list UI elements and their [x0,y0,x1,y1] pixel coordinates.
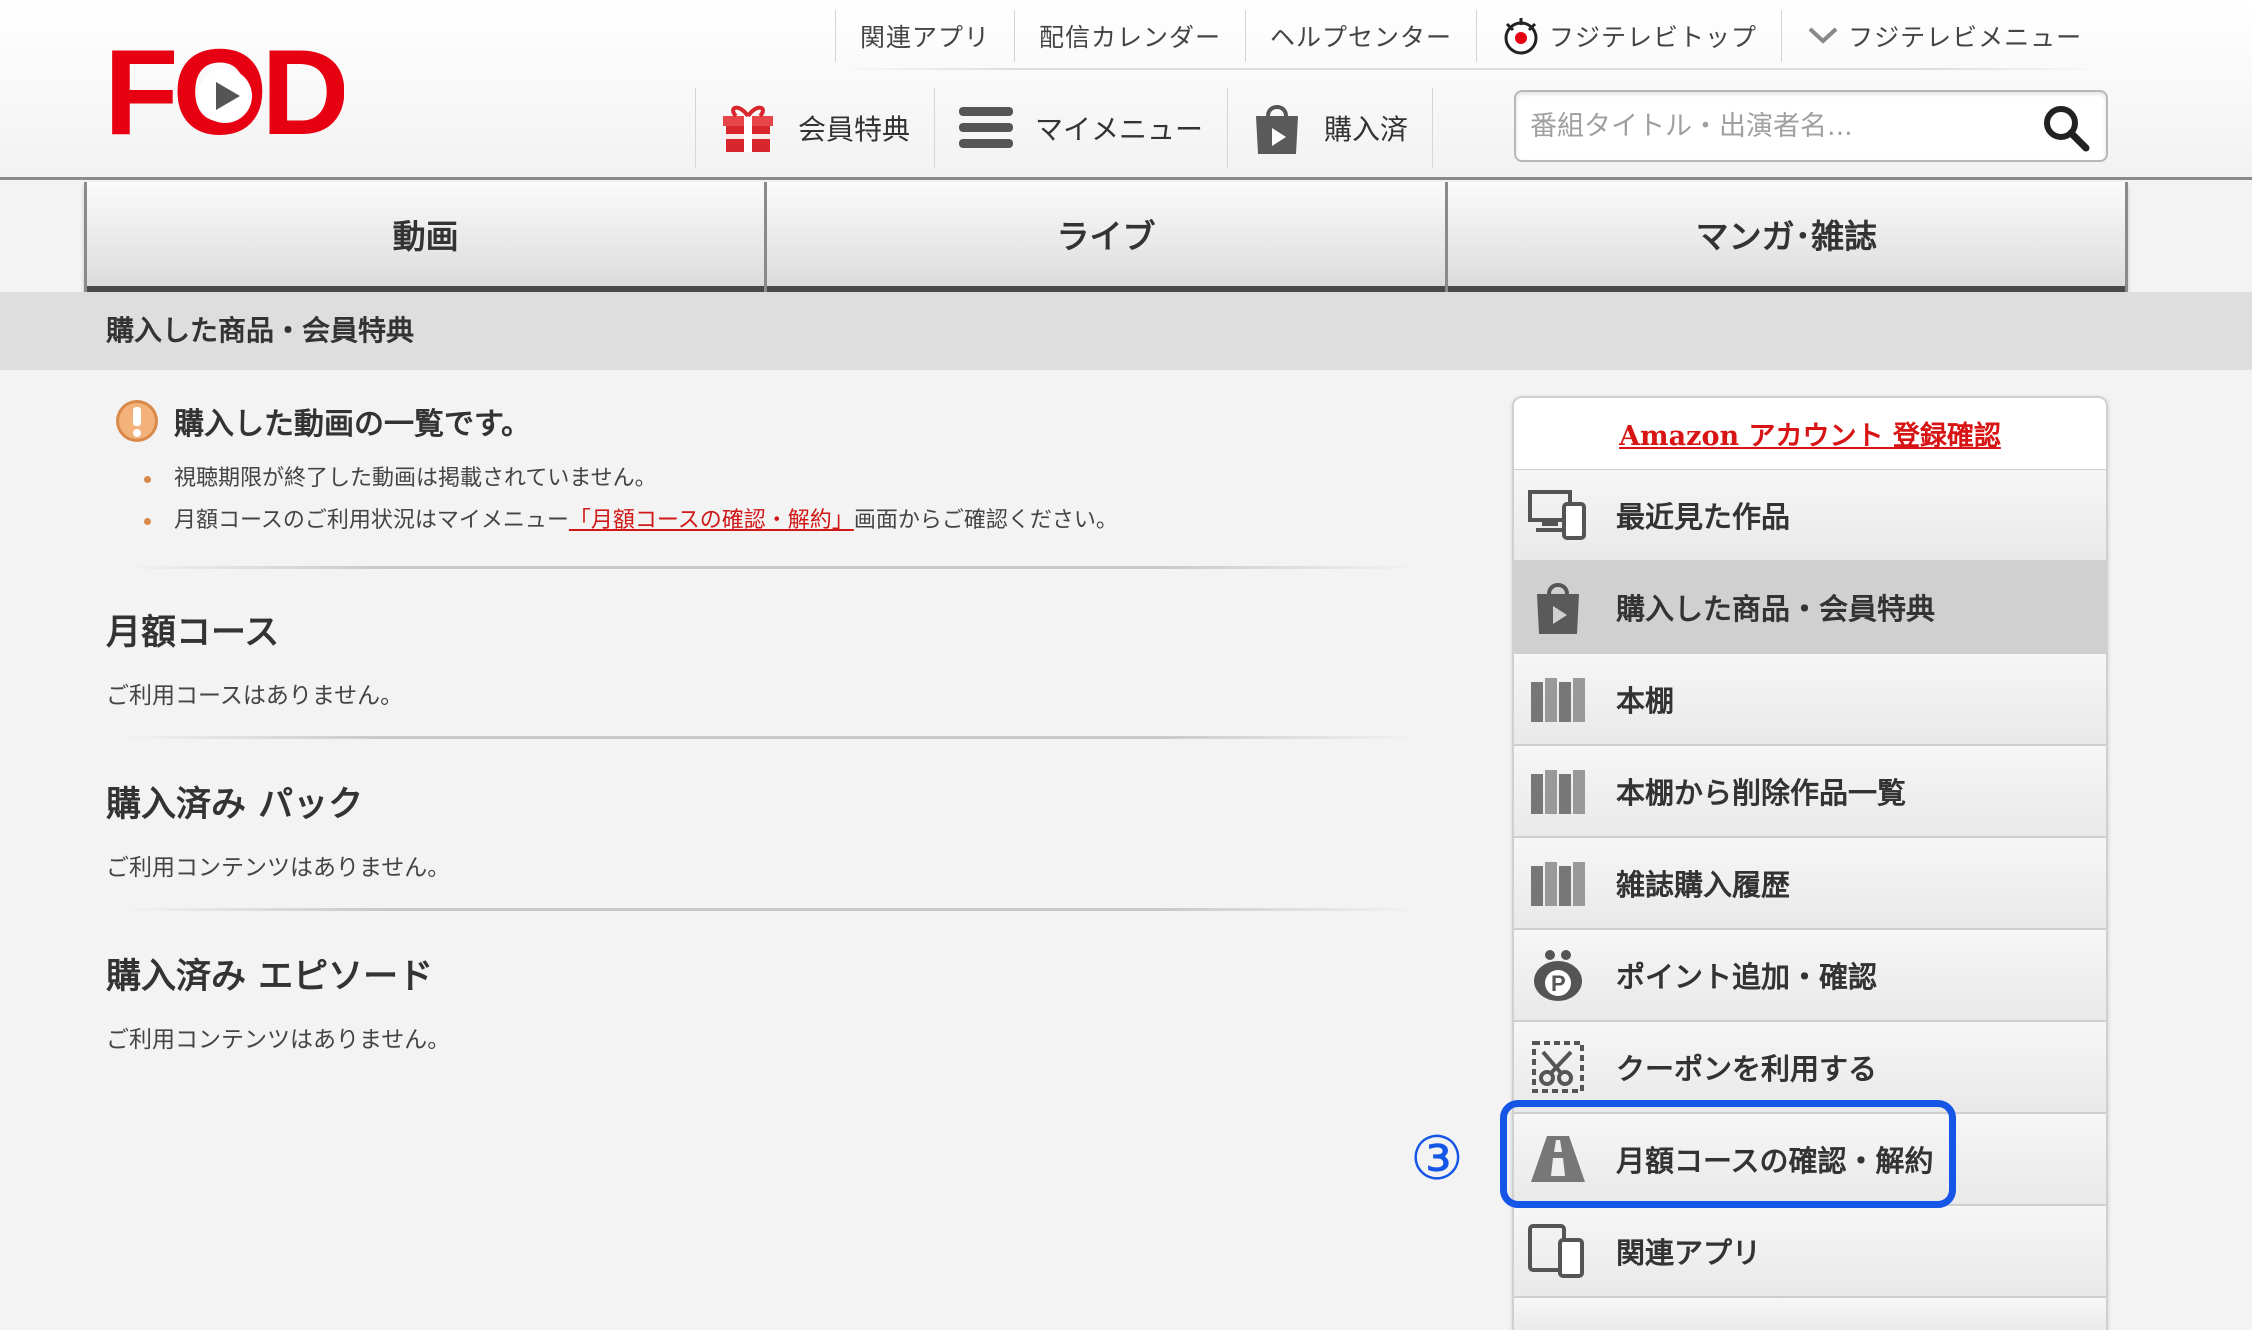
category-tabs: 動画 ライブ マンガ･雑誌 [84,182,2128,292]
notice-title-text: 購入した動画の一覧です。 [174,407,531,442]
util-link-label: 関連アプリ [860,23,991,52]
side-item-label: クーポンを利用する [1616,1052,1878,1086]
devices-icon [1528,485,1588,545]
utility-nav: 関連アプリ 配信カレンダー ヘルプセンター フジテレビトップ フジテレビメニュー [835,10,2106,62]
section-text-monthly: ご利用コースはありません。 [106,683,404,709]
util-link-fujitv-menu[interactable]: フジテレビメニュー [1781,10,2106,62]
main-nav: 会員特典 マイメニュー 購入済 [695,88,1434,168]
section-title-monthly: 月額コース [106,612,280,653]
section-divider [120,566,1420,569]
svg-text:P: P [1551,971,1566,996]
section-title-episode: 購入済み エピソード [106,956,434,997]
amazon-account-link[interactable]: Amazon アカウント 登録確認 [1619,414,2001,453]
bookshelf-icon [1528,853,1588,913]
util-link-help[interactable]: ヘルプセンター [1245,10,1476,62]
tab-manga-magazine[interactable]: マンガ･雑誌 [1447,182,2125,292]
side-item-removed-from-shelf[interactable]: 本棚から削除作品一覧 [1514,746,2106,838]
tab-video[interactable]: 動画 [87,182,765,292]
chevron-down-icon [1808,27,1838,44]
shopping-bag-play-icon [1528,577,1588,637]
side-item-label: 関連アプリ [1616,1236,1762,1270]
header-divider [835,68,2105,70]
annotation-number: ③ [1410,1124,1464,1194]
side-menu-header: Amazon アカウント 登録確認 [1514,398,2106,470]
side-item-label: 最近見た作品 [1616,500,1791,534]
search-icon[interactable] [2042,104,2090,152]
side-item-points[interactable]: P ポイント追加・確認 [1514,930,2106,1022]
point-purse-icon: P [1528,945,1588,1005]
section-text-pack: ご利用コンテンツはありません。 [106,855,451,881]
fujitv-eye-icon [1504,18,1538,55]
side-item-label: 本棚から削除作品一覧 [1616,776,1907,810]
nav-my-menu[interactable]: マイメニュー [934,88,1227,168]
notice-block: 購入した動画の一覧です。 視聴期限が終了した動画は掲載されていません。 月額コー… [114,398,1118,542]
side-item-magazine-history[interactable]: 雑誌購入履歴 [1514,838,2106,930]
nav-label: マイメニュー [1035,113,1204,146]
side-item-label: ポイント追加・確認 [1616,960,1878,994]
notice-text: 月額コースのご利用状況はマイメニュー [174,508,569,533]
notice-text: 画面からご確認ください。 [853,508,1118,533]
search-box [1514,90,2108,162]
util-link-label: フジテレビメニュー [1848,23,2083,52]
side-item-cut-off[interactable] [1514,1298,2106,1330]
section-divider [120,908,1420,911]
nav-label: 購入済 [1324,113,1409,146]
nav-member-benefits[interactable]: 会員特典 [695,88,934,168]
notice-title: 購入した動画の一覧です。 [114,398,1118,444]
notice-item: 視聴期限が終了した動画は掲載されていません。 [144,458,1118,500]
bookshelf-icon [1528,761,1588,821]
notice-text: 視聴期限が終了した動画は掲載されていません。 [174,466,657,491]
warning-icon [116,400,158,442]
side-item-purchased[interactable]: 購入した商品・会員特典 [1514,562,2106,654]
util-link-calendar[interactable]: 配信カレンダー [1014,10,1245,62]
util-link-apps[interactable]: 関連アプリ [835,10,1014,62]
nav-purchased[interactable]: 購入済 [1227,88,1434,168]
breadcrumb: 購入した商品・会員特典 [0,292,2252,370]
side-item-recently-viewed[interactable]: 最近見た作品 [1514,470,2106,562]
search-input[interactable] [1530,104,2030,148]
devices-icon [1528,1221,1588,1281]
fod-logo[interactable]: FOD [104,40,344,144]
annotation-highlight-box [1500,1100,1956,1208]
nav-label: 会員特典 [798,113,911,146]
side-item-bookshelf[interactable]: 本棚 [1514,654,2106,746]
site-header: FOD 関連アプリ 配信カレンダー ヘルプセンター フジテレビトップ フジテレビ… [0,0,2252,180]
shopping-bag-play-icon [1256,105,1299,154]
util-link-fujitv-top[interactable]: フジテレビトップ [1476,10,1781,62]
hamburger-icon [959,107,1014,148]
util-link-label: 配信カレンダー [1039,23,1222,52]
coupon-scissors-icon [1528,1037,1588,1097]
side-item-related-apps[interactable]: 関連アプリ [1514,1206,2106,1298]
gift-icon [723,105,773,152]
notice-list: 視聴期限が終了した動画は掲載されていません。 月額コースのご利用状況はマイメニュ… [144,458,1118,542]
notice-item: 月額コースのご利用状況はマイメニュー「月額コースの確認・解約」画面からご確認くだ… [144,500,1118,542]
side-item-label: 雑誌購入履歴 [1616,868,1791,902]
side-item-label: 本棚 [1616,684,1675,718]
util-link-label: ヘルプセンター [1270,23,1453,52]
section-text-episode: ご利用コンテンツはありません。 [106,1027,451,1053]
tab-live[interactable]: ライブ [767,182,1445,292]
side-item-label: 購入した商品・会員特典 [1616,592,1936,626]
section-divider [120,736,1420,739]
section-title-pack: 購入済み パック [106,784,364,825]
util-link-label: フジテレビトップ [1549,23,1758,52]
monthly-course-link[interactable]: 「月額コースの確認・解約」 [569,508,854,533]
bookshelf-icon [1528,669,1588,729]
